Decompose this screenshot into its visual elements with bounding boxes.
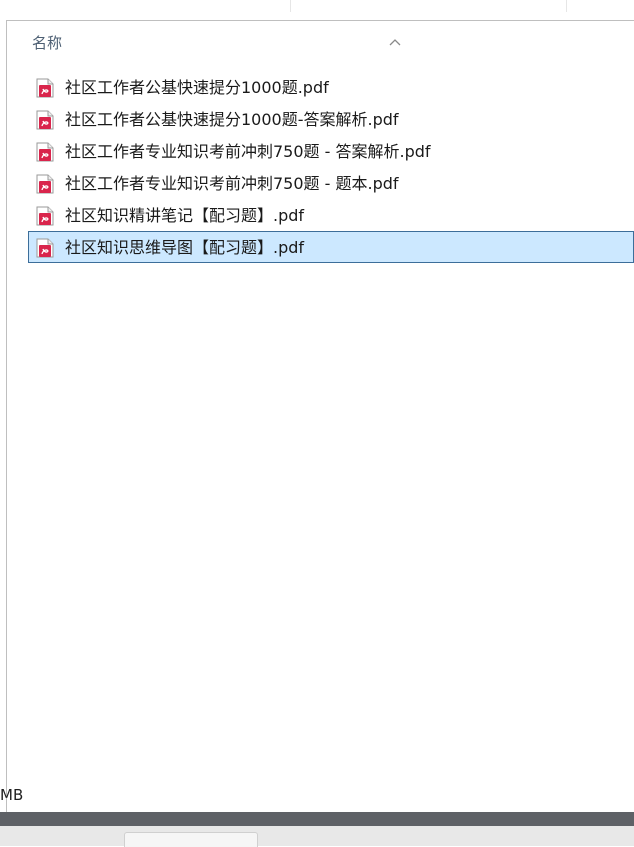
file-name: 社区工作者公基快速提分1000题-答案解析.pdf bbox=[65, 110, 399, 129]
pdf-file-icon bbox=[36, 174, 54, 194]
taskbar-strip bbox=[0, 826, 634, 846]
column-divider[interactable] bbox=[566, 0, 567, 12]
file-name: 社区工作者公基快速提分1000题.pdf bbox=[65, 78, 329, 97]
pdf-file-icon bbox=[36, 78, 54, 98]
taskbar-button[interactable] bbox=[124, 832, 258, 847]
file-row-selected[interactable]: 社区知识思维导图【配习题】.pdf bbox=[28, 231, 634, 263]
file-row[interactable]: 社区知识精讲笔记【配习题】.pdf bbox=[28, 199, 634, 231]
top-column-strip bbox=[0, 0, 634, 14]
file-row[interactable]: 社区工作者公基快速提分1000题-答案解析.pdf bbox=[28, 103, 634, 135]
file-list: 社区工作者公基快速提分1000题.pdf 社区工作者公基快速提分1000题-答案… bbox=[28, 71, 634, 263]
pdf-file-icon bbox=[36, 110, 54, 130]
pdf-file-icon bbox=[36, 142, 54, 162]
pdf-file-icon bbox=[36, 206, 54, 226]
file-name: 社区工作者专业知识考前冲刺750题 - 答案解析.pdf bbox=[65, 142, 431, 161]
file-name: 社区知识精讲笔记【配习题】.pdf bbox=[65, 206, 305, 225]
file-row[interactable]: 社区工作者公基快速提分1000题.pdf bbox=[28, 71, 634, 103]
column-header-name[interactable]: 名称 bbox=[32, 32, 62, 53]
sort-ascending-icon[interactable] bbox=[387, 37, 403, 47]
column-divider[interactable] bbox=[290, 0, 291, 12]
file-name: 社区知识思维导图【配习题】.pdf bbox=[65, 238, 305, 257]
status-size-text: MB bbox=[0, 786, 24, 804]
pdf-file-icon bbox=[36, 238, 54, 258]
file-name: 社区工作者专业知识考前冲刺750题 - 题本.pdf bbox=[65, 174, 399, 193]
file-row[interactable]: 社区工作者专业知识考前冲刺750题 - 答案解析.pdf bbox=[28, 135, 634, 167]
window-bottom-edge bbox=[0, 812, 634, 826]
file-row[interactable]: 社区工作者专业知识考前冲刺750题 - 题本.pdf bbox=[28, 167, 634, 199]
